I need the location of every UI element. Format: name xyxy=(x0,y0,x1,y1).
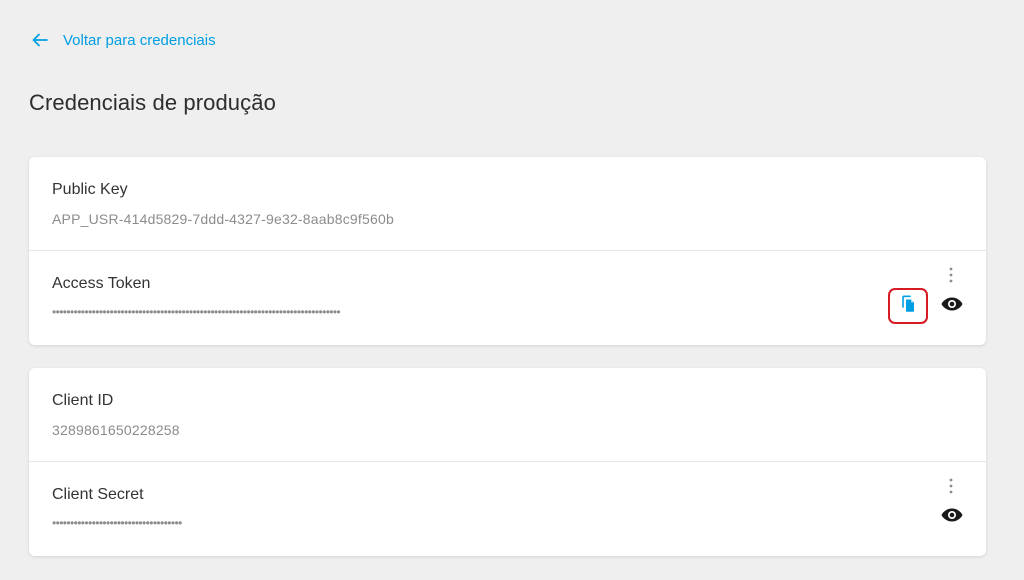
client-id-label: Client ID xyxy=(52,392,114,409)
access-token-row: Access Token •••••••••••••••••••••••••••… xyxy=(29,251,986,345)
eye-icon xyxy=(941,297,963,316)
access-token-masked-value: ••••••••••••••••••••••••••••••••••••••••… xyxy=(52,305,341,319)
copy-icon xyxy=(900,295,916,318)
oauth-credentials-card: Client ID 3289861650228258 Client Secret… xyxy=(29,368,986,556)
show-access-token-button[interactable] xyxy=(939,293,965,319)
client-id-row: Client ID 3289861650228258 xyxy=(29,368,986,462)
arrow-left-icon xyxy=(31,31,49,49)
more-vertical-icon[interactable] xyxy=(941,265,961,285)
production-keys-card: Public Key APP_USR-414d5829-7ddd-4327-9e… xyxy=(29,157,986,345)
client-secret-row: Client Secret ••••••••••••••••••••••••••… xyxy=(29,462,986,556)
client-secret-label: Client Secret xyxy=(52,486,144,503)
more-vertical-icon[interactable] xyxy=(941,476,961,496)
client-secret-masked-value: •••••••••••••••••••••••••••••••••••• xyxy=(52,516,182,530)
client-id-value[interactable]: 3289861650228258 xyxy=(52,422,180,438)
public-key-row: Public Key APP_USR-414d5829-7ddd-4327-9e… xyxy=(29,157,986,251)
access-token-label: Access Token xyxy=(52,275,151,292)
page-title: Credenciais de produção xyxy=(29,90,276,115)
back-to-credentials-link[interactable]: Voltar para credenciais xyxy=(31,30,216,50)
public-key-label: Public Key xyxy=(52,181,128,198)
show-client-secret-button[interactable] xyxy=(939,504,965,530)
copy-access-token-button[interactable] xyxy=(888,288,928,324)
credentials-page: Voltar para credenciais Credenciais de p… xyxy=(0,0,1024,580)
public-key-value[interactable]: APP_USR-414d5829-7ddd-4327-9e32-8aab8c9f… xyxy=(52,211,394,227)
eye-icon xyxy=(941,508,963,527)
back-link-label: Voltar para credenciais xyxy=(63,31,216,49)
